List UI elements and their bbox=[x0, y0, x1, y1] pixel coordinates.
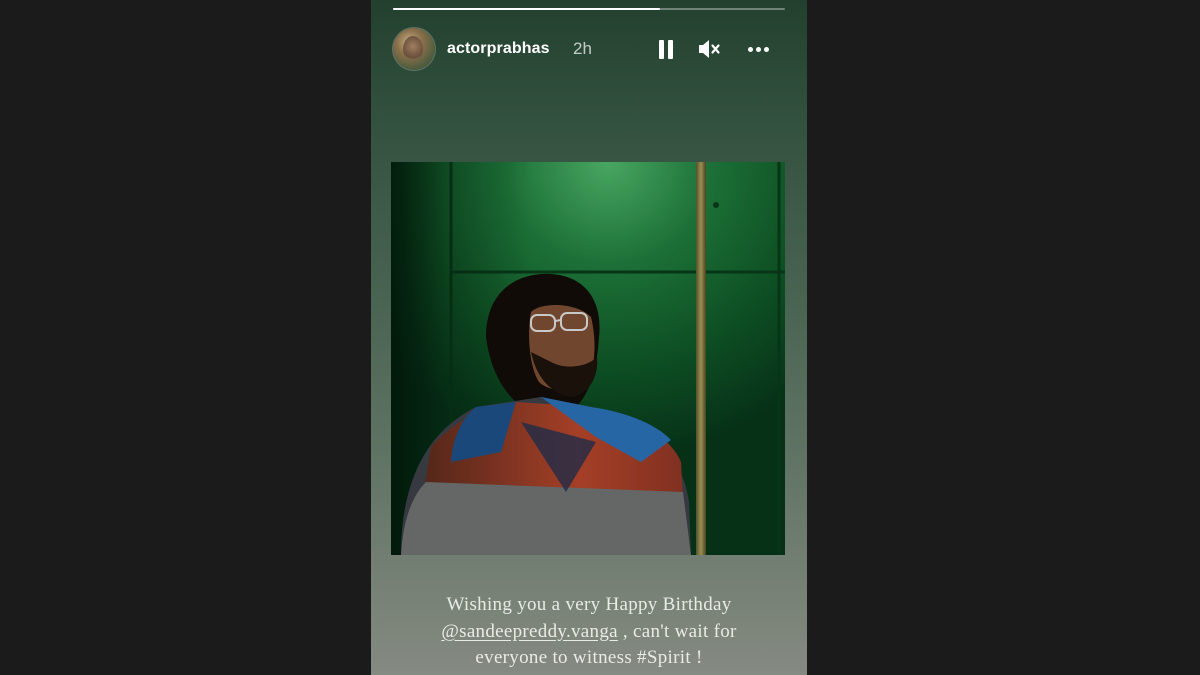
mention-link[interactable]: @sandeepreddy.vanga bbox=[441, 621, 618, 642]
more-options-icon bbox=[747, 46, 753, 52]
mute-button[interactable] bbox=[696, 36, 722, 62]
pause-icon bbox=[659, 39, 664, 59]
story-progress-bar bbox=[393, 8, 785, 10]
caption-line-3: everyone to witness #Spirit ! bbox=[475, 647, 703, 668]
caption-line-2: @sandeepreddy.vanga , can't wait for bbox=[391, 619, 787, 646]
story-timestamp: 2h bbox=[573, 39, 592, 58]
profile-avatar[interactable] bbox=[393, 28, 435, 70]
muted-speaker-icon bbox=[699, 40, 720, 58]
story-photo bbox=[391, 162, 785, 555]
more-options-button[interactable] bbox=[745, 36, 771, 62]
caption-line-2-text: , can't wait for bbox=[617, 620, 737, 642]
caption-line-1: Wishing you a very Happy Birthday bbox=[446, 594, 732, 615]
story-viewer[interactable]: actorprabhas 2h Wishing you a very Happy… bbox=[371, 0, 807, 675]
story-progress-fill bbox=[393, 8, 660, 10]
story-header: actorprabhas 2h bbox=[393, 26, 785, 72]
story-caption: Wishing you a very Happy Birthday @sande… bbox=[391, 592, 787, 672]
story-photo-illustration bbox=[391, 162, 785, 555]
pause-button[interactable] bbox=[653, 36, 679, 62]
username-link[interactable]: actorprabhas bbox=[447, 40, 550, 58]
